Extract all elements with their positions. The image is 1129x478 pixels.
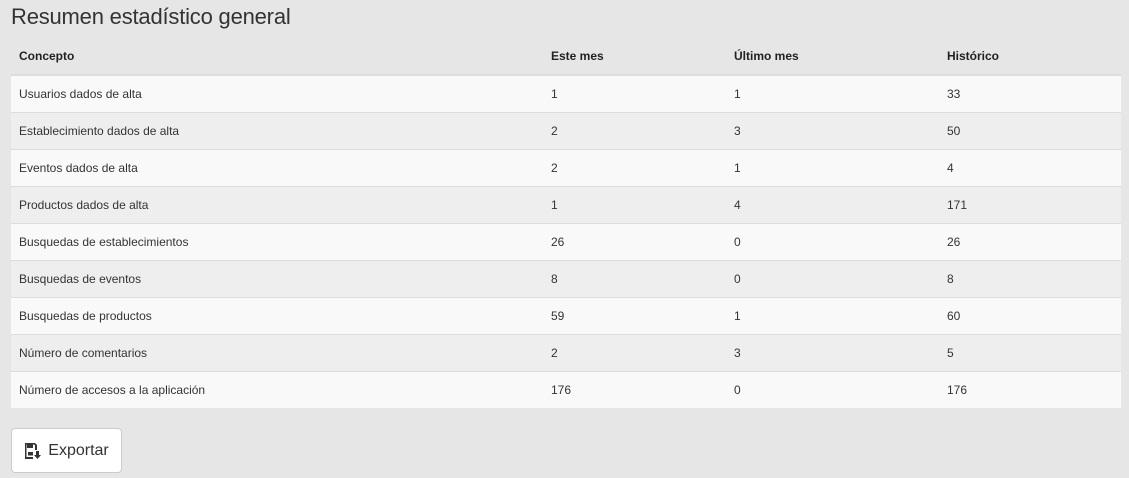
- cell-concepto: Número de accesos a la aplicación: [11, 370, 543, 408]
- cell-este-mes: 2: [543, 111, 726, 149]
- cell-concepto: Número de comentarios: [11, 333, 543, 371]
- column-header-este-mes: Este mes: [543, 38, 726, 76]
- export-button-label: Exportar: [48, 441, 109, 459]
- column-header-ultimo-mes: Último mes: [726, 38, 939, 76]
- statistics-table: Concepto Este mes Último mes Histórico U…: [11, 38, 1121, 408]
- column-header-historico: Histórico: [939, 38, 1121, 76]
- cell-ultimo-mes: 3: [726, 333, 939, 371]
- table-row: Número de accesos a la aplicación 176 0 …: [11, 370, 1121, 408]
- column-header-concepto: Concepto: [11, 38, 543, 76]
- table-row: Productos dados de alta 1 4 171: [11, 185, 1121, 223]
- table-row: Eventos dados de alta 2 1 4: [11, 148, 1121, 186]
- cell-concepto: Busquedas de establecimientos: [11, 222, 543, 260]
- statistics-page: Resumen estadístico general Concepto Est…: [0, 0, 1129, 478]
- cell-este-mes: 1: [543, 185, 726, 223]
- table-row: Busquedas de establecimientos 26 0 26: [11, 222, 1121, 260]
- cell-concepto: Busquedas de productos: [11, 296, 543, 334]
- page-title: Resumen estadístico general: [11, 4, 291, 29]
- cell-concepto: Eventos dados de alta: [11, 148, 543, 186]
- cell-ultimo-mes: 1: [726, 74, 939, 112]
- cell-este-mes: 2: [543, 333, 726, 371]
- table-body: Usuarios dados de alta 1 1 33 Establecim…: [11, 74, 1121, 408]
- cell-este-mes: 59: [543, 296, 726, 334]
- cell-ultimo-mes: 0: [726, 222, 939, 260]
- cell-ultimo-mes: 3: [726, 111, 939, 149]
- cell-este-mes: 26: [543, 222, 726, 260]
- table-row: Busquedas de productos 59 1 60: [11, 296, 1121, 334]
- save-download-icon: [24, 442, 42, 460]
- cell-concepto: Busquedas de eventos: [11, 259, 543, 297]
- cell-historico: 26: [939, 222, 1121, 260]
- table-header-row: Concepto Este mes Último mes Histórico: [11, 38, 1121, 76]
- cell-historico: 50: [939, 111, 1121, 149]
- table-row: Usuarios dados de alta 1 1 33: [11, 74, 1121, 112]
- cell-este-mes: 8: [543, 259, 726, 297]
- cell-historico: 176: [939, 370, 1121, 408]
- cell-historico: 171: [939, 185, 1121, 223]
- cell-concepto: Productos dados de alta: [11, 185, 543, 223]
- cell-ultimo-mes: 1: [726, 296, 939, 334]
- cell-este-mes: 1: [543, 74, 726, 112]
- cell-concepto: Establecimiento dados de alta: [11, 111, 543, 149]
- cell-este-mes: 2: [543, 148, 726, 186]
- cell-historico: 8: [939, 259, 1121, 297]
- cell-historico: 5: [939, 333, 1121, 371]
- cell-concepto: Usuarios dados de alta: [11, 74, 543, 112]
- cell-ultimo-mes: 1: [726, 148, 939, 186]
- table-row: Establecimiento dados de alta 2 3 50: [11, 111, 1121, 149]
- cell-este-mes: 176: [543, 370, 726, 408]
- cell-ultimo-mes: 4: [726, 185, 939, 223]
- table-row: Número de comentarios 2 3 5: [11, 333, 1121, 371]
- cell-historico: 60: [939, 296, 1121, 334]
- cell-ultimo-mes: 0: [726, 259, 939, 297]
- table-header: Concepto Este mes Último mes Histórico: [11, 38, 1121, 76]
- cell-historico: 4: [939, 148, 1121, 186]
- cell-ultimo-mes: 0: [726, 370, 939, 408]
- table-row: Busquedas de eventos 8 0 8: [11, 259, 1121, 297]
- cell-historico: 33: [939, 74, 1121, 112]
- export-button[interactable]: Exportar: [11, 428, 122, 473]
